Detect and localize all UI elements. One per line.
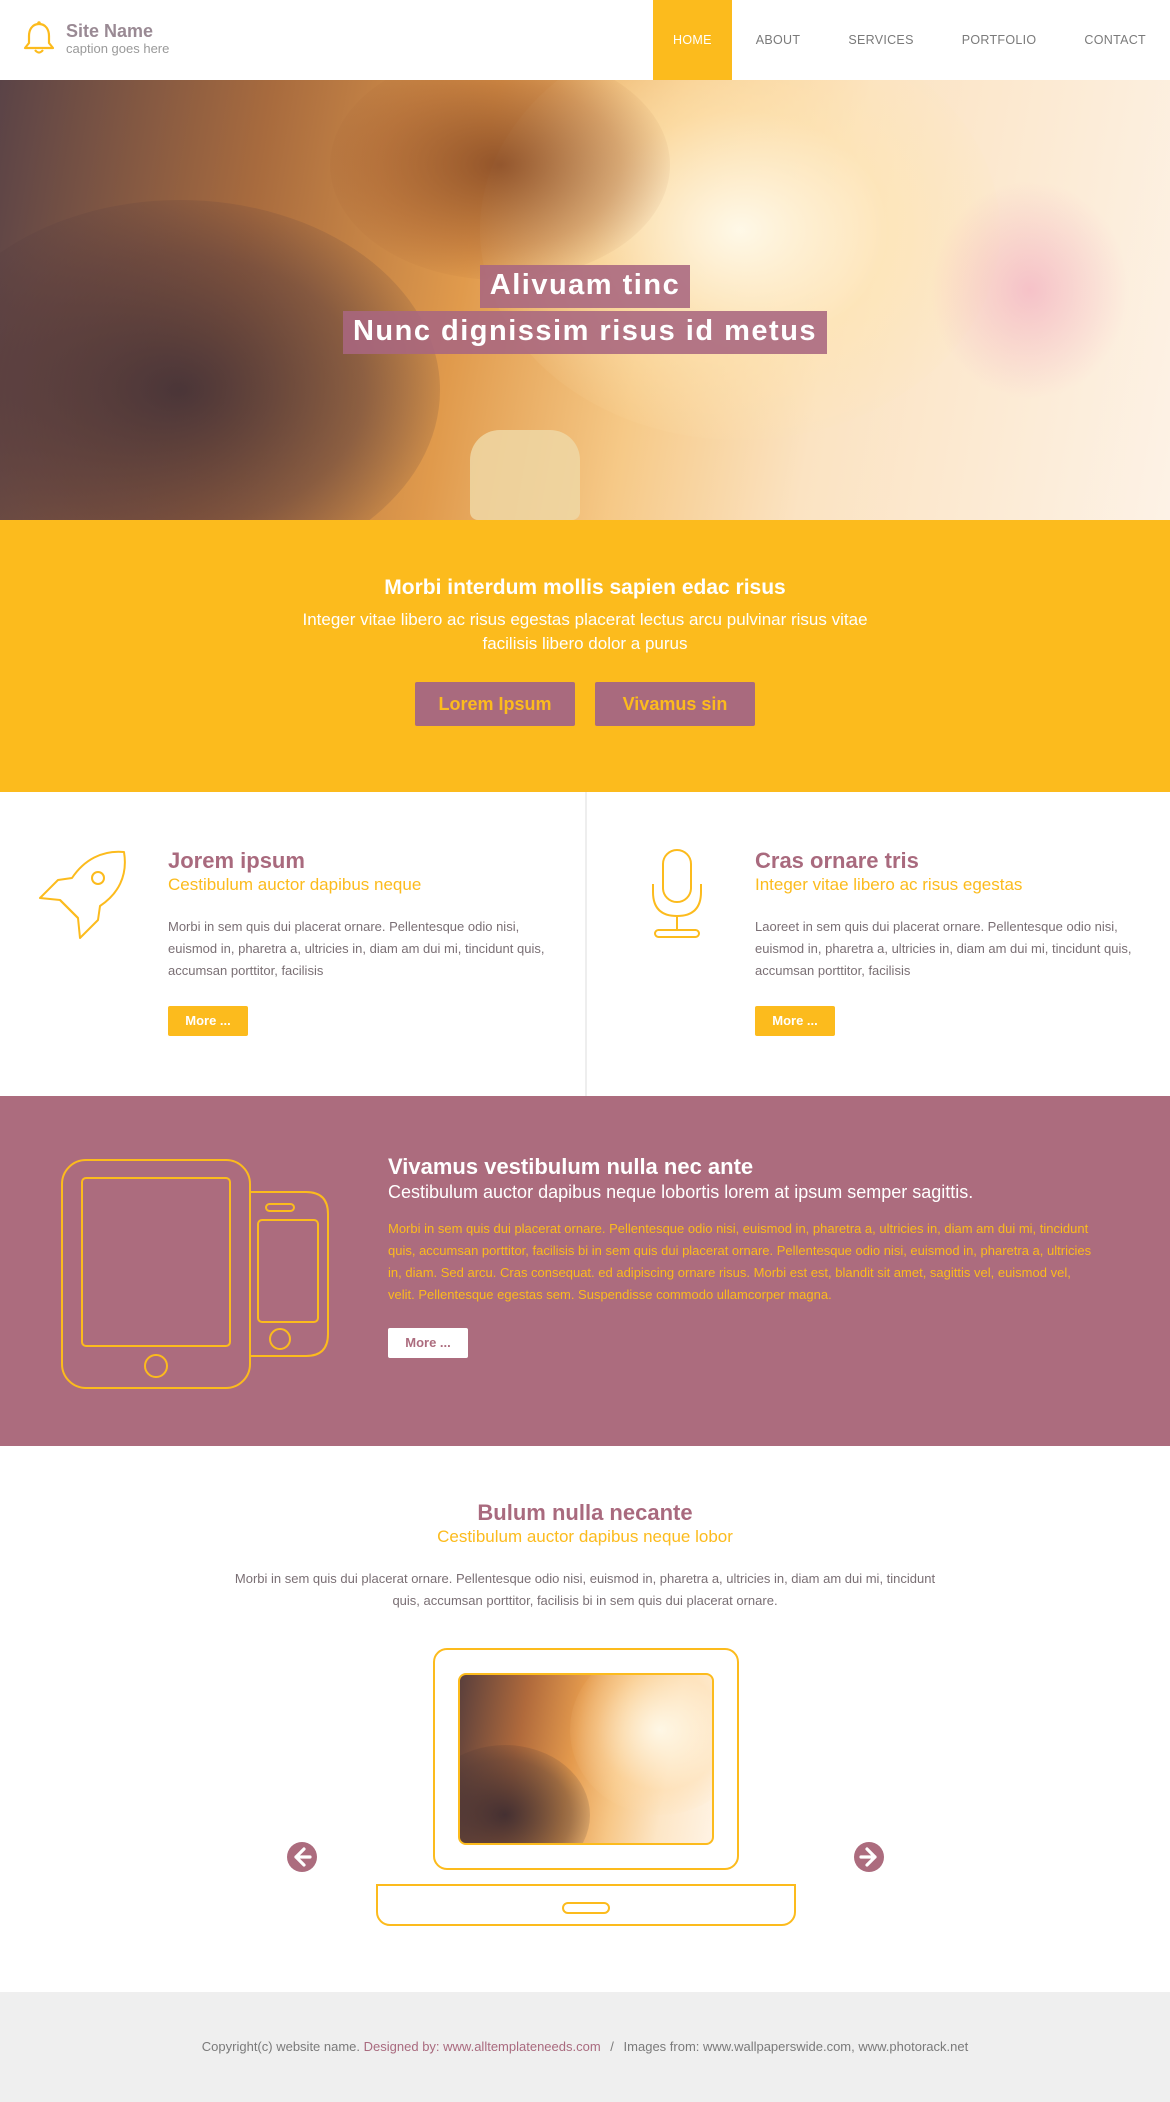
hero-titles: Alivuam tinc Nunc dignissim risus id met… [0, 265, 1170, 354]
devices-title: Vivamus vestibulum nulla nec ante [388, 1154, 754, 1179]
laptop-slider [376, 1648, 796, 1928]
feature-title: Jorem ipsum [168, 848, 305, 873]
showcase: Bulum nulla necante Cestibulum auctor da… [0, 1446, 1170, 1992]
footer-separator: / [610, 2039, 614, 2054]
devices-band: Vivamus vestibulum nulla nec ante Cestib… [0, 1096, 1170, 1446]
hero-subtitle: Nunc dignissim risus id metus [342, 311, 828, 354]
site-caption: caption goes here [66, 40, 170, 56]
site-footer: Copyright(c) website name. Designed by: … [0, 1992, 1170, 2102]
showcase-subtitle: Cestibulum auctor dapibus neque lobor [437, 1527, 733, 1546]
site-name: Site Name [66, 20, 154, 41]
footer-images-from: Images from: www.wallpaperswide.com, www… [623, 2039, 969, 2054]
footer-designed-by-link[interactable]: Designed by: www.alltemplateneeds.com [364, 2039, 601, 2054]
hero-photo-cone [470, 430, 580, 520]
nav-about[interactable]: ABOUT [732, 0, 825, 80]
feature-card: Jorem ipsum Cestibulum auctor dapibus ne… [0, 792, 585, 1096]
arrow-left-circle-icon[interactable] [286, 1841, 318, 1873]
laptop-notch [562, 1902, 610, 1914]
features-row: Jorem ipsum Cestibulum auctor dapibus ne… [0, 792, 1170, 1096]
brand[interactable]: Site Name caption goes here [22, 20, 169, 56]
slider-photo [458, 1673, 714, 1845]
nav-contact[interactable]: CONTACT [1060, 0, 1170, 80]
footer-copyright: Copyright(c) website name. [201, 2039, 361, 2054]
feature-text: Laoreet in sem quis dui placerat ornare.… [755, 919, 1132, 978]
bell-icon [23, 21, 55, 54]
site-header: Site Name caption goes here HOME ABOUT S… [0, 0, 1170, 80]
slider-photo-light [570, 1675, 712, 1815]
feature-subtitle: Integer vitae libero ac risus egestas [755, 875, 1023, 894]
cta-band: Morbi interdum mollis sapien edac risus … [0, 520, 1170, 792]
more-button[interactable]: More ... [388, 1328, 468, 1358]
cta-buttons: Lorem Ipsum Vivamus sin [0, 682, 1170, 726]
more-button[interactable]: More ... [168, 1006, 248, 1036]
more-button[interactable]: More ... [755, 1006, 835, 1036]
nav-services[interactable]: SERVICES [824, 0, 937, 80]
feature-text: Morbi in sem quis dui placerat ornare. P… [168, 919, 545, 978]
nav-home[interactable]: HOME [653, 0, 732, 80]
slider-photo-shirt [460, 1745, 590, 1843]
feature-subtitle: Cestibulum auctor dapibus neque [168, 875, 422, 894]
devices-subtitle: Cestibulum auctor dapibus neque lobortis… [388, 1182, 974, 1202]
feature-title: Cras ornare tris [755, 848, 919, 873]
hero-photo-shirt [0, 200, 440, 520]
lorem-ipsum-button[interactable]: Lorem Ipsum [415, 682, 575, 726]
main-nav: HOME ABOUT SERVICES PORTFOLIO CONTACT [653, 0, 1170, 80]
cta-heading: Morbi interdum mollis sapien edac risus [384, 576, 786, 599]
microphone-icon [652, 849, 702, 938]
arrow-right-circle-icon[interactable] [853, 1841, 885, 1873]
showcase-text: Morbi in sem quis dui placerat ornare. P… [234, 1571, 936, 1608]
rocket-icon [39, 850, 126, 939]
vivamus-sin-button[interactable]: Vivamus sin [595, 682, 755, 726]
hero-banner: Alivuam tinc Nunc dignissim risus id met… [0, 80, 1170, 520]
showcase-title: Bulum nulla necante [477, 1500, 693, 1525]
devices-text: Morbi in sem quis dui placerat ornare. P… [388, 1221, 1092, 1302]
tablet-phone-icon [61, 1159, 329, 1389]
hero-title: Alivuam tinc [479, 265, 691, 308]
feature-card: Cras ornare tris Integer vitae libero ac… [585, 792, 1170, 1096]
nav-portfolio[interactable]: PORTFOLIO [938, 0, 1061, 80]
cta-text: Integer vitae libero ac risus egestas pl… [302, 610, 868, 653]
